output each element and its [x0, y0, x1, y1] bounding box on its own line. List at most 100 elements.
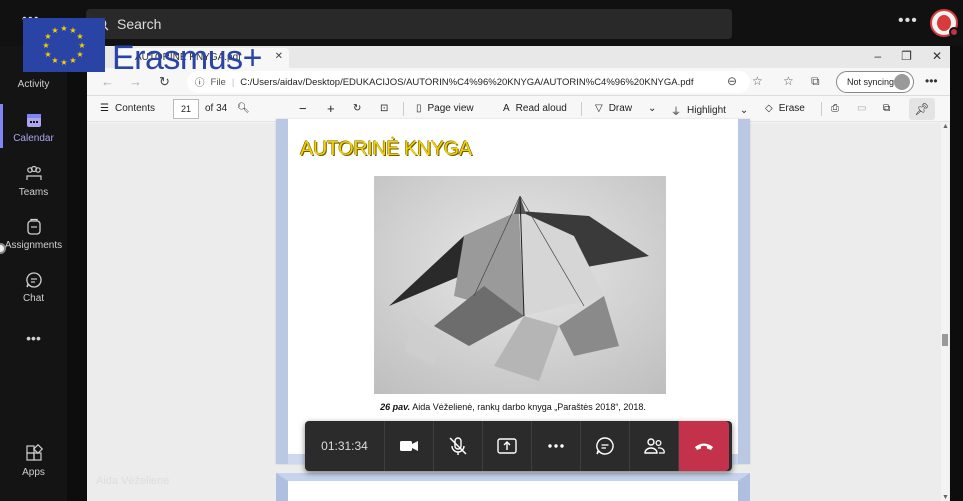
minimize-icon[interactable]: –: [874, 49, 881, 63]
camera-button[interactable]: [385, 421, 434, 471]
search-placeholder: Search: [117, 16, 162, 32]
more-actions-button[interactable]: [532, 421, 581, 471]
favorites-icon[interactable]: ☆: [783, 74, 794, 88]
erase-button[interactable]: ◇ Erase: [765, 103, 805, 114]
rail-label-teams: Teams: [18, 187, 49, 198]
profile-picture: [894, 74, 910, 90]
scrollbar[interactable]: ▲ ▼: [941, 123, 949, 501]
chat-icon: [25, 272, 42, 288]
url-divider: |: [231, 76, 235, 88]
print-icon[interactable]: ⎙: [831, 103, 839, 114]
screen: ••• Search ••• Activity Calendar Teams A…: [0, 0, 963, 501]
svg-text:★: ★: [69, 56, 76, 65]
page-title: AUTORINĖ KNYGA: [300, 138, 472, 160]
search-input[interactable]: Search: [86, 9, 732, 39]
svg-text:★: ★: [42, 41, 49, 50]
pdf-page: AUTORINĖ KNYGA 26 pav. Aida Vėželienė, r…: [276, 119, 750, 464]
zoom-icon[interactable]: ⊖: [727, 74, 737, 88]
participants-button[interactable]: [630, 421, 679, 471]
participants-icon: [644, 438, 665, 454]
page-number-input[interactable]: 21: [173, 99, 199, 119]
erase-label: Erase: [778, 103, 805, 114]
contents-label: Contents: [114, 103, 155, 114]
rail-item-apps[interactable]: Apps: [0, 444, 67, 478]
chevron-down-icon[interactable]: ⌄: [740, 105, 748, 116]
scroll-thumb[interactable]: [942, 334, 948, 346]
eu-flag-logo: ★ ★ ★ ★ ★ ★ ★ ★ ★ ★ ★ ★: [23, 18, 105, 72]
save-icon[interactable]: ▭: [857, 103, 866, 114]
svg-text:★: ★: [76, 32, 83, 41]
share-screen-button[interactable]: [483, 421, 532, 471]
erasmus-plus-logo: Erasmus+: [112, 39, 263, 77]
page-view-icon: ▯: [416, 103, 422, 114]
meeting-controls: 01:31:34: [305, 421, 732, 471]
favorite-star-icon[interactable]: ☆: [752, 74, 763, 88]
microphone-off-icon: [449, 437, 467, 455]
meeting-timer: 01:31:34: [305, 421, 385, 471]
teams-icon: [25, 165, 42, 180]
rail-label-chat: Chat: [22, 293, 45, 304]
rail-label-apps: Apps: [22, 467, 45, 478]
rail-label-assignments: Assignments: [4, 240, 63, 251]
scroll-up-icon[interactable]: ▲: [942, 123, 949, 130]
settings-more-icon[interactable]: •••: [898, 12, 918, 30]
speaker-name: Aida Vėželienė: [96, 475, 170, 487]
page-count: of 34: [205, 103, 227, 114]
url-scheme-label: File: [210, 76, 226, 88]
presence-badge: [949, 27, 959, 37]
rail-item-teams[interactable]: Teams: [0, 164, 67, 198]
page-view-button[interactable]: ▯ Page view: [416, 103, 474, 114]
zoom-in-icon[interactable]: +: [327, 101, 335, 116]
info-icon[interactable]: ⓘ: [195, 75, 205, 89]
more-icon: •••: [26, 330, 41, 346]
fit-page-icon[interactable]: ⊡: [380, 103, 388, 114]
cursor-handle: [0, 243, 6, 254]
chat-button[interactable]: [581, 421, 630, 471]
caption-text: Aida Vėželienė, rankų darbo knyga „Paraš…: [410, 402, 646, 412]
leave-call-button[interactable]: [679, 421, 729, 471]
mute-button[interactable]: [434, 421, 483, 471]
restore-icon[interactable]: ❐: [901, 49, 912, 63]
zoom-out-icon[interactable]: −: [299, 101, 307, 116]
figure-caption: 26 pav. Aida Vėželienė, rankų darbo knyg…: [276, 402, 750, 412]
draw-button[interactable]: ▽ Draw ⌄: [595, 103, 656, 114]
page-count-label: of 34: [205, 103, 228, 114]
toolbar-divider: [403, 102, 404, 116]
rail-item-chat[interactable]: Chat: [0, 270, 67, 304]
rail-item-more[interactable]: •••: [0, 330, 67, 346]
paper-sculpture-image: [374, 176, 666, 394]
camera-icon: [400, 441, 418, 451]
svg-text:★: ★: [60, 24, 67, 33]
apps-icon: [25, 444, 43, 461]
highlight-button[interactable]: ⏚ Highlight ⌄: [671, 103, 748, 118]
rail-item-activity[interactable]: Activity: [0, 79, 67, 90]
profile-sync-button[interactable]: Not syncing: [836, 71, 914, 93]
close-tab-icon[interactable]: ✕: [275, 51, 283, 62]
toolbar-divider: [581, 102, 582, 116]
browser-menu-icon[interactable]: •••: [925, 74, 938, 88]
close-window-icon[interactable]: ✕: [932, 49, 942, 63]
svg-text:★: ★: [76, 50, 83, 59]
contents-icon: ☰: [100, 103, 109, 114]
chevron-down-icon[interactable]: ⌄: [648, 103, 656, 114]
highlight-label: Highlight: [687, 105, 726, 116]
url-field[interactable]: ⓘ File | C:/Users/aidav/Desktop/EDUKACIJ…: [187, 71, 750, 93]
rail-item-assignments[interactable]: Assignments: [0, 217, 67, 251]
chat-icon: [596, 437, 614, 455]
svg-text:★: ★: [44, 50, 51, 59]
url-text: C:/Users/aidav/Desktop/EDUKACIJOS/AUTORI…: [240, 76, 694, 88]
scroll-down-icon[interactable]: ▼: [942, 494, 949, 501]
rotate-icon[interactable]: ↻: [353, 103, 361, 114]
profile-avatar[interactable]: [930, 9, 959, 37]
save-as-icon[interactable]: ⧉: [883, 103, 890, 114]
eraser-icon: ◇: [765, 103, 773, 114]
svg-text:★: ★: [60, 58, 67, 67]
read-aloud-button[interactable]: A Read aloud: [503, 103, 567, 114]
contents-button[interactable]: ☰ Contents: [100, 103, 155, 114]
eu-stars-icon: ★ ★★ ★★★ ★★★ ★★★: [42, 24, 85, 67]
svg-text:★: ★: [51, 26, 58, 35]
collections-icon[interactable]: ⧉: [811, 74, 820, 89]
pin-toolbar-icon[interactable]: 📌︎: [909, 98, 935, 120]
find-icon[interactable]: 🔍︎: [237, 103, 250, 114]
rail-item-calendar[interactable]: Calendar: [0, 110, 67, 144]
